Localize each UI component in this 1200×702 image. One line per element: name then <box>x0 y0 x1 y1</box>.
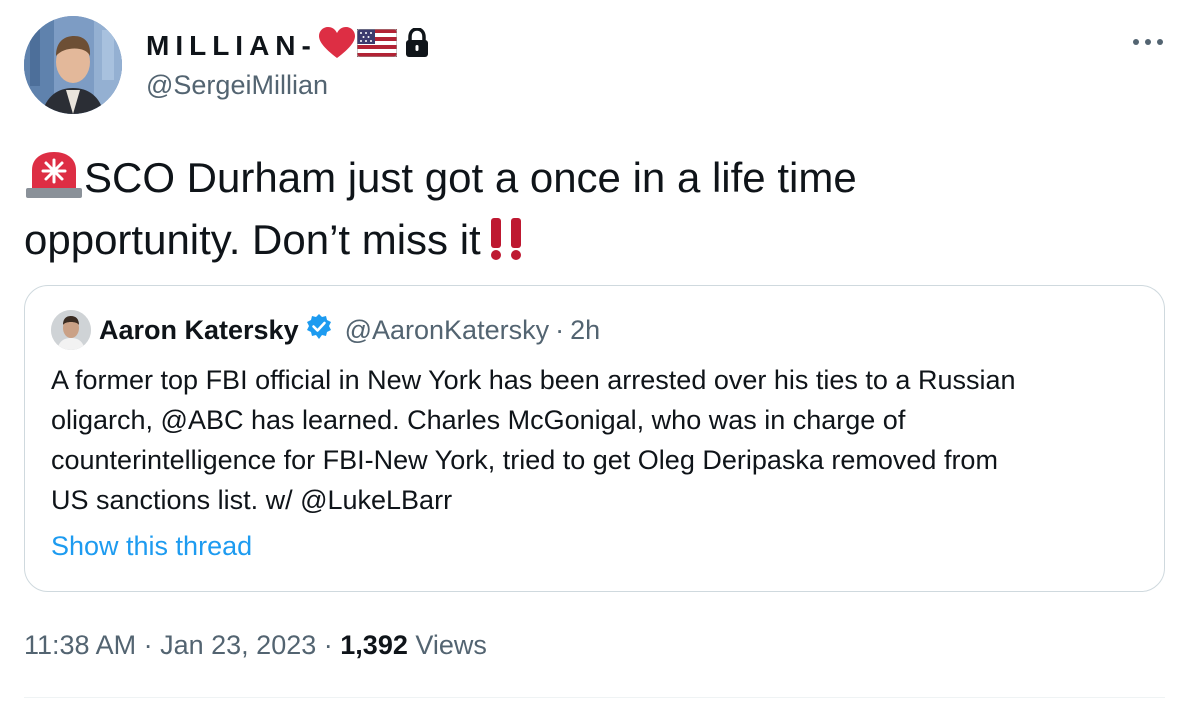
quoted-author-avatar <box>51 310 91 350</box>
tweet-time[interactable]: 11:38 AM <box>24 630 136 660</box>
quoted-body-line: US sanctions list. w/ @LukeLBarr <box>51 485 453 515</box>
heart-icon <box>318 26 355 66</box>
divider <box>24 697 1165 698</box>
avatar-image <box>24 16 122 114</box>
double-exclamation-icon <box>487 216 527 274</box>
tweet-text: SCO Durham just got a once in a life tim… <box>24 150 1164 274</box>
quoted-body-line: A former top FBI official in New York ha… <box>51 365 1016 395</box>
author-avatar[interactable] <box>24 16 122 114</box>
quoted-tweet-body: A former top FBI official in New York ha… <box>51 360 1141 520</box>
quoted-body-line: counterintelligence for FBI-New York, tr… <box>51 445 998 475</box>
tweet-line-2: opportunity. Don’t miss it <box>24 212 1164 274</box>
author-handle[interactable]: @SergeiMillian <box>146 70 328 101</box>
police-light-icon <box>24 150 84 212</box>
meta-separator: · <box>323 630 333 660</box>
author-display-name[interactable]: MILLIAN- <box>146 26 429 66</box>
quoted-body-line: oligarch, @ABC has learned. Charles McGo… <box>51 405 906 435</box>
quoted-timestamp[interactable]: 2h <box>570 315 600 346</box>
quoted-tweet-header: Aaron Katersky @AaronKatersky · 2h <box>99 312 600 348</box>
show-thread-link[interactable]: Show this thread <box>51 531 252 562</box>
more-options-icon[interactable] <box>1130 34 1166 50</box>
quoted-tweet-card[interactable]: Aaron Katersky @AaronKatersky · 2h A for… <box>24 285 1165 592</box>
quoted-author-name[interactable]: Aaron Katersky <box>99 315 299 346</box>
lock-icon <box>405 26 429 65</box>
us-flag-icon <box>356 28 398 64</box>
verified-badge-icon <box>305 313 333 348</box>
tweet-date[interactable]: Jan 23, 2023 <box>160 630 316 660</box>
display-name-text: MILLIAN- <box>146 30 317 61</box>
tweet-line-2-text: opportunity. Don’t miss it <box>24 216 481 263</box>
meta-separator: · <box>143 630 153 660</box>
views-count: 1,392 <box>340 630 408 660</box>
tweet-line-1: SCO Durham just got a once in a life tim… <box>24 150 1164 212</box>
tweet-line-1-text: SCO Durham just got a once in a life tim… <box>84 154 857 201</box>
quoted-separator: · <box>555 314 565 345</box>
tweet-meta: 11:38 AM · Jan 23, 2023 · 1,392 Views <box>24 630 487 661</box>
quoted-author-handle[interactable]: @AaronKatersky <box>345 315 550 346</box>
views-label: Views <box>415 630 487 660</box>
